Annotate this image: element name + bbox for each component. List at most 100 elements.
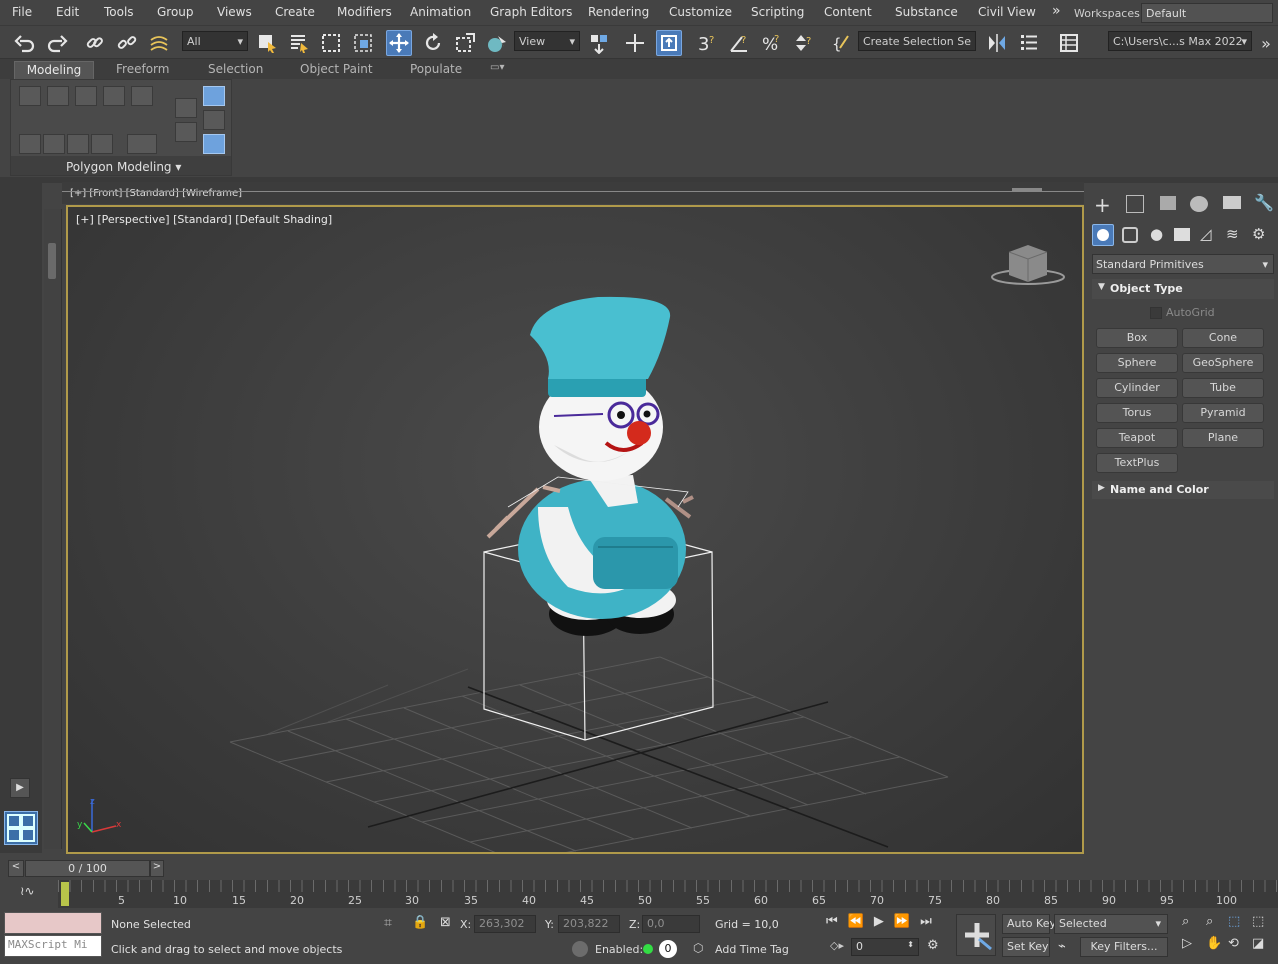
x-coord-field[interactable]: 263,302 <box>474 915 536 933</box>
maxscript-input[interactable]: MAXScript Mi <box>4 935 102 957</box>
show-cage-icon[interactable] <box>67 134 89 154</box>
name-color-rollout-header[interactable]: ▶ Name and Color <box>1092 481 1274 499</box>
vertex-mode-icon[interactable] <box>19 86 41 106</box>
edge-mode-icon[interactable] <box>47 86 69 106</box>
key-filters-button[interactable]: Key Filters... <box>1080 937 1168 957</box>
menu-civil-view[interactable]: Civil View <box>978 5 1036 19</box>
box-button[interactable]: Box <box>1096 328 1178 348</box>
geosphere-button[interactable]: GeoSphere <box>1182 353 1264 373</box>
zoom-extents-all-icon[interactable]: ⬚ <box>1252 914 1264 929</box>
menu-content[interactable]: Content <box>824 5 872 19</box>
field-of-view-icon[interactable]: ▷ <box>1182 936 1192 951</box>
front-viewport-label[interactable]: [+] [Front] [Standard] [Wireframe] <box>70 188 242 199</box>
autogrid-checkbox[interactable] <box>1150 307 1162 319</box>
panel-title[interactable]: Polygon Modeling ▾ <box>66 160 181 174</box>
angle-snap-icon[interactable]: ? <box>726 30 752 56</box>
select-scale-icon[interactable] <box>452 30 478 56</box>
set-keys-icon[interactable] <box>956 914 996 956</box>
tab-selection[interactable]: Selection <box>200 61 271 79</box>
preserve-uvs-icon[interactable] <box>19 134 41 154</box>
object-type-rollout-header[interactable]: ▼ Object Type <box>1092 279 1274 299</box>
use-soft-selection-icon[interactable] <box>91 134 113 154</box>
plane-button[interactable]: Plane <box>1182 428 1264 448</box>
viewport-slider-track[interactable] <box>44 209 62 849</box>
align-icon[interactable] <box>1016 30 1042 56</box>
time-prev-icon[interactable]: < <box>8 860 24 877</box>
select-move-icon[interactable] <box>386 30 412 56</box>
key-tangent-icon[interactable]: ⌁ <box>1058 939 1066 954</box>
cameras-icon[interactable] <box>1174 228 1190 241</box>
spinner-snap-icon[interactable]: ? <box>790 30 816 56</box>
pyramid-button[interactable]: Pyramid <box>1182 403 1264 423</box>
track-bar[interactable]: 5 10 15 20 25 30 35 40 45 50 55 60 65 70… <box>58 880 1278 908</box>
select-by-name-icon[interactable] <box>286 30 312 56</box>
viewport-slider-handle[interactable] <box>48 243 56 279</box>
pivot-icon[interactable] <box>586 30 612 56</box>
ribbon-tool-icon[interactable] <box>203 110 225 130</box>
orbit-icon[interactable]: ⟲ <box>1228 936 1239 951</box>
viewport-layout-icon[interactable] <box>4 811 38 845</box>
menu-customize[interactable]: Customize <box>669 5 732 19</box>
y-coord-field[interactable]: 203,822 <box>558 915 620 933</box>
select-object-icon[interactable] <box>254 30 280 56</box>
zoom-icon[interactable]: ⌕ <box>1182 914 1189 929</box>
unlink-icon[interactable] <box>114 30 140 56</box>
snap-3d-icon[interactable]: 3? <box>694 30 720 56</box>
collapse-stack-icon[interactable] <box>127 134 157 154</box>
auto-key-button[interactable]: Auto Key <box>1002 914 1056 934</box>
time-slider[interactable]: 0 / 100 <box>25 860 150 877</box>
placement-icon[interactable] <box>484 30 510 56</box>
spacewarps-icon[interactable]: ≋ <box>1226 225 1239 243</box>
ignore-backfacing-icon[interactable] <box>43 134 65 154</box>
tab-object-paint[interactable]: Object Paint <box>292 61 381 79</box>
goto-end-icon[interactable]: ⏭ <box>920 914 942 929</box>
maximize-viewport-icon[interactable]: ◪ <box>1252 936 1264 951</box>
display-tab-icon[interactable] <box>1223 196 1241 209</box>
select-rotate-icon[interactable] <box>420 30 446 56</box>
add-time-tag-button[interactable]: Add Time Tag <box>715 943 789 956</box>
key-mode-dropdown[interactable]: Selected ▾ <box>1054 914 1168 934</box>
geometry-icon[interactable] <box>1092 224 1114 246</box>
link-icon[interactable] <box>82 30 108 56</box>
curve-editor-icon[interactable]: ≀∿ <box>20 884 35 898</box>
maxscript-listener-output[interactable] <box>4 912 102 934</box>
menu-overflow-icon[interactable]: » <box>1052 3 1061 19</box>
reference-coordinate-dropdown[interactable]: View ▾ <box>514 31 580 51</box>
bind-spacewarp-icon[interactable] <box>146 30 172 56</box>
motion-tab-icon[interactable] <box>1190 196 1208 212</box>
front-viewport[interactable]: [+] [Front] [Standard] [Wireframe] <box>62 182 1084 204</box>
zoom-all-icon[interactable]: ⌕ <box>1206 914 1213 929</box>
previous-frame-icon[interactable]: ⏪ <box>848 914 874 929</box>
cone-button[interactable]: Cone <box>1182 328 1264 348</box>
helpers-icon[interactable]: ◿ <box>1200 225 1212 243</box>
menu-modifiers[interactable]: Modifiers <box>337 5 392 19</box>
key-mode-toggle-icon[interactable]: ◇▸ <box>830 939 844 952</box>
cylinder-button[interactable]: Cylinder <box>1096 378 1178 398</box>
current-frame-field[interactable]: 0 ⬍ <box>851 938 919 956</box>
ribbon-active-tool-icon[interactable] <box>203 134 225 154</box>
undo-icon[interactable] <box>12 30 38 56</box>
polygon-mode-icon[interactable] <box>103 86 125 106</box>
menu-tools[interactable]: Tools <box>104 5 134 19</box>
lights-icon[interactable]: ● <box>1150 225 1163 243</box>
rectangle-selection-icon[interactable] <box>318 30 344 56</box>
teapot-button[interactable]: Teapot <box>1096 428 1178 448</box>
adaptive-degradation-icon[interactable] <box>572 941 588 957</box>
border-mode-icon[interactable] <box>75 86 97 106</box>
time-next-icon[interactable]: > <box>150 860 164 877</box>
scene-canvas[interactable]: z x y <box>68 207 1082 852</box>
menu-create[interactable]: Create <box>275 5 315 19</box>
percent-snap-icon[interactable]: %? <box>758 30 784 56</box>
primitive-category-dropdown[interactable]: Standard Primitives ▾ <box>1092 254 1274 274</box>
tab-modeling[interactable]: Modeling <box>14 61 94 79</box>
menu-rendering[interactable]: Rendering <box>588 5 649 19</box>
next-frame-icon[interactable]: ⏩ <box>894 914 920 929</box>
sphere-button[interactable]: Sphere <box>1096 353 1178 373</box>
menu-graph-editors[interactable]: Graph Editors <box>490 5 572 19</box>
window-crossing-icon[interactable] <box>350 30 376 56</box>
play-icon[interactable]: ▶ <box>10 778 30 798</box>
set-key-button[interactable]: Set Key <box>1002 937 1050 957</box>
menu-file[interactable]: File <box>12 5 32 19</box>
zoom-extents-icon[interactable]: ⬚ <box>1228 914 1240 929</box>
menu-scripting[interactable]: Scripting <box>751 5 804 19</box>
